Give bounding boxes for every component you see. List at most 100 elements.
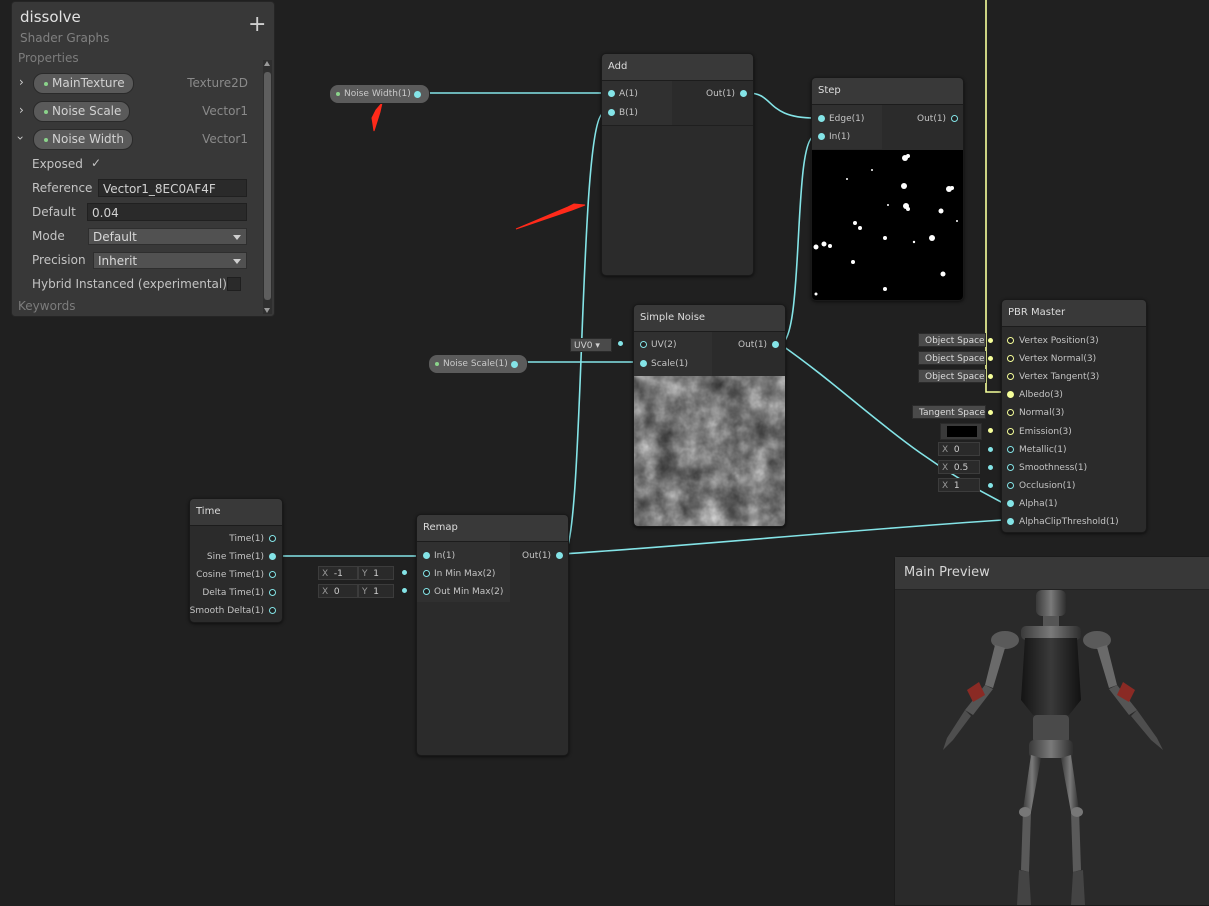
port-label: Delta Time(1) [202,588,264,598]
in-port-in-min-max[interactable] [423,570,430,577]
in-port-out-min-max[interactable] [423,588,430,595]
in-port-vertex-position[interactable] [1007,337,1014,344]
inline-connector-dot [988,465,993,470]
inline-connector-dot [402,588,407,593]
add-node[interactable]: Add A(1) B(1) Out(1) [601,53,754,276]
in-port-in[interactable] [818,133,825,140]
simple-noise-node[interactable]: Simple Noise UV(2) Scale(1) Out(1) [633,304,786,527]
inline-connector-dot [988,356,993,361]
metallic-field[interactable]: X 0 [938,442,980,456]
out-port[interactable] [511,361,518,368]
out-port-delta-time[interactable] [269,589,276,596]
port-label: UV(2) [651,340,677,350]
in-port-metallic[interactable] [1007,446,1014,453]
inline-connector-dot [988,447,993,452]
in-port-alpha[interactable] [1007,500,1014,507]
out-min-x-field[interactable]: X 0 [318,584,358,598]
in-port-uv[interactable] [640,341,647,348]
out-max-y-field[interactable]: Y 1 [358,584,394,598]
port-label: Metallic(1) [1019,445,1067,455]
uv-channel-dropdown[interactable]: UV0 ▾ [570,338,612,352]
remap-node[interactable]: Remap In(1) In Min Max(2) Out Min Max(2)… [416,514,569,756]
out-port-smooth-delta[interactable] [269,607,276,614]
out-port-time[interactable] [269,535,276,542]
in-port-normal[interactable] [1007,409,1014,416]
blackboard-panel: dissolve Shader Graphs + Properties › Ma… [11,1,275,317]
in-port-alpha-clip-threshold[interactable] [1007,518,1014,525]
port-label: Out(1) [706,89,736,99]
out-port[interactable] [556,552,563,559]
inline-connector-dot [988,338,993,343]
input-well [602,81,672,125]
main-preview-panel[interactable]: Main Preview [894,556,1209,906]
in-port-b[interactable] [608,109,615,116]
blackboard-scrollbar[interactable] [263,60,272,314]
port-label: Emission(3) [1019,427,1072,437]
noise-width-property-node[interactable]: Noise Width(1) [329,84,430,104]
mode-label: Mode [32,229,65,243]
normal-space-field[interactable]: Tangent Space [912,405,986,419]
robot-preview-model[interactable] [895,590,1209,905]
smoothness-field[interactable]: X 0.5 [938,460,980,474]
in-min-x-field[interactable]: X -1 [318,566,358,580]
out-port[interactable] [772,341,779,348]
port-label: In(1) [829,132,851,142]
precision-dropdown[interactable]: Inherit [93,252,247,269]
vertex-position-space-field[interactable]: Object Space [918,333,986,347]
time-node[interactable]: Time Time(1) Sine Time(1) Cosine Time(1)… [189,498,283,623]
out-port[interactable] [951,115,958,122]
scroll-down-icon[interactable] [264,308,270,313]
port-label: A(1) [619,89,638,99]
port-label: Vertex Normal(3) [1019,354,1097,364]
node-title: Step [812,78,963,105]
pbr-master-node[interactable]: PBR Master Vertex Position(3) Vertex Nor… [1001,299,1147,533]
expand-chevron-icon[interactable]: › [19,103,24,117]
reference-field[interactable]: Vector1_8EC0AF4F [98,179,247,197]
precision-label: Precision [32,253,86,267]
step-node[interactable]: Step Edge(1) In(1) Out(1) [811,77,964,301]
in-port-albedo[interactable] [1007,391,1014,398]
property-pill-maintexture[interactable]: MainTexture [33,73,134,94]
emission-color-field[interactable] [940,423,982,440]
in-port-vertex-normal[interactable] [1007,355,1014,362]
default-field[interactable]: 0.04 [87,203,247,221]
scrollbar-thumb[interactable] [264,72,271,300]
node-title: Add [602,54,753,81]
expand-chevron-icon[interactable]: › [19,75,24,89]
out-port-cosine-time[interactable] [269,571,276,578]
in-port-emission[interactable] [1007,428,1014,435]
port-label: Out Min Max(2) [434,587,504,597]
vertex-tangent-space-field[interactable]: Object Space [918,369,986,383]
vertex-normal-space-field[interactable]: Object Space [918,351,986,365]
in-port-in[interactable] [423,552,430,559]
out-port[interactable] [740,90,747,97]
port-label: Edge(1) [829,114,865,124]
in-port-occlusion[interactable] [1007,482,1014,489]
in-port-vertex-tangent[interactable] [1007,373,1014,380]
add-property-button[interactable]: + [248,14,266,36]
port-label: Out(1) [522,551,552,561]
hybrid-instanced-checkbox[interactable] [227,277,241,291]
collapse-chevron-icon[interactable]: › [13,136,27,141]
in-port-smoothness[interactable] [1007,464,1014,471]
in-port-a[interactable] [608,90,615,97]
port-label: Normal(3) [1019,408,1065,418]
occlusion-field[interactable]: X 1 [938,478,980,492]
in-port-scale[interactable] [640,360,647,367]
port-label: Smooth Delta(1) [189,606,264,616]
in-port-edge[interactable] [818,115,825,122]
property-pill-noise-scale[interactable]: Noise Scale [33,101,131,122]
mode-dropdown[interactable]: Default [88,228,247,245]
exposed-checkbox[interactable]: ✓ [91,156,101,170]
out-port[interactable] [414,91,421,98]
node-title: PBR Master [1002,300,1146,327]
in-max-y-field[interactable]: Y 1 [358,566,394,580]
out-port-sine-time[interactable] [269,553,276,560]
dropdown-caret-icon [233,259,241,264]
scroll-up-icon[interactable] [264,61,270,66]
noise-scale-property-node[interactable]: Noise Scale(1) [428,354,528,374]
hybrid-instanced-label: Hybrid Instanced (experimental) [32,277,227,291]
input-well [812,105,882,149]
graph-title: dissolve [20,8,81,26]
property-pill-noise-width[interactable]: Noise Width [33,129,133,150]
